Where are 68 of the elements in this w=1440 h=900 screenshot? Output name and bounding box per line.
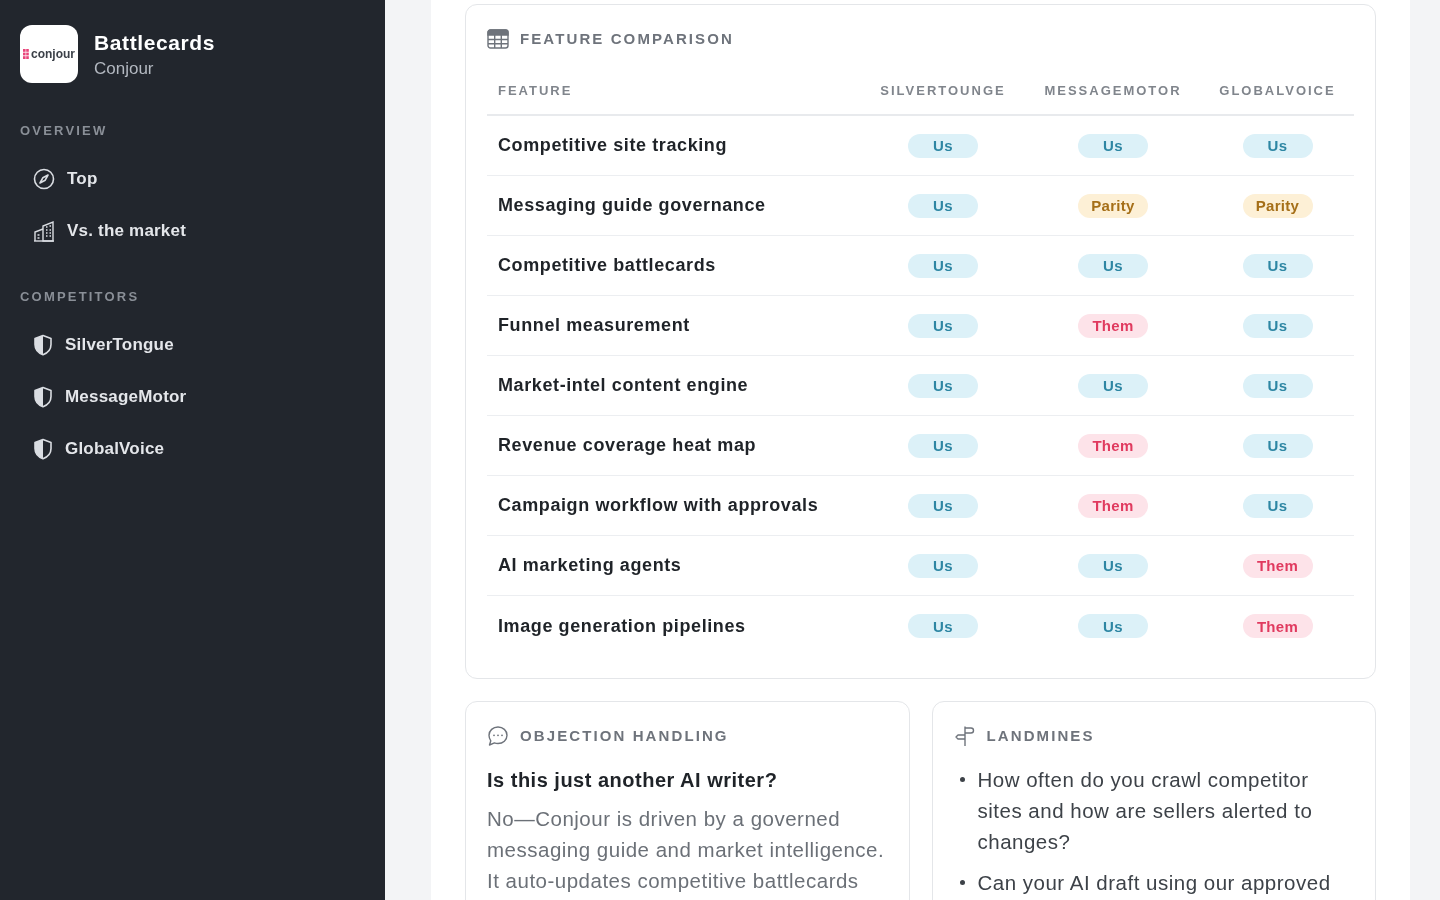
logo-mark-icon <box>23 49 29 59</box>
nav-item[interactable]: Top <box>20 153 365 205</box>
verdict-pill: Us <box>1242 253 1313 278</box>
feature-name: AI marketing agents <box>498 555 682 576</box>
feature-name: Funnel measurement <box>498 315 690 336</box>
shield-icon <box>33 438 53 460</box>
nav-item[interactable]: Vs. the market <box>20 205 365 257</box>
verdict-pill: Us <box>1078 253 1148 278</box>
app-subtitle: Conjour <box>94 58 155 79</box>
verdict-pill: Us <box>1078 614 1148 638</box>
nav-item[interactable]: GlobalVoice <box>20 423 365 475</box>
verdict-pill: Us <box>1242 313 1313 338</box>
section-label: OVERVIEW <box>20 123 108 139</box>
verdict-pill: Us <box>908 313 978 338</box>
feature-name: Revenue coverage heat map <box>498 435 757 456</box>
verdict-pill: Them <box>1078 433 1148 458</box>
verdict-pill: Parity <box>1078 193 1148 218</box>
nav-item[interactable]: MessageMotor <box>20 371 365 423</box>
verdict-pill: Us <box>1242 373 1313 398</box>
column-header: MESSAGEMOTOR <box>1044 82 1182 98</box>
card-title: OBJECTION HANDLING <box>520 727 729 745</box>
verdict-pill: Them <box>1078 313 1148 338</box>
feature-name: Competitive site tracking <box>498 135 728 156</box>
table-icon <box>487 29 509 49</box>
shield-icon <box>33 334 53 356</box>
buildings-icon <box>33 220 55 242</box>
logo-text: conjour <box>31 47 75 61</box>
verdict-pill: Us <box>1078 373 1148 398</box>
speech-bubble-icon <box>487 725 509 747</box>
column-header: FEATURE <box>498 82 573 98</box>
section-label: COMPETITORS <box>20 289 140 305</box>
app-title: Battlecards <box>94 29 215 55</box>
bullet-icon <box>959 880 965 885</box>
verdict-pill: Them <box>1242 553 1313 578</box>
feature-name: Messaging guide governance <box>498 195 766 216</box>
verdict-pill: Us <box>1242 133 1313 158</box>
verdict-pill: Us <box>908 433 978 458</box>
verdict-pill: Them <box>1078 493 1148 518</box>
verdict-pill: Them <box>1242 614 1313 638</box>
landmine-question: How often do you crawl competitor sites and how are sellers alerted to changes? <box>977 767 1314 855</box>
verdict-pill: Us <box>908 614 978 638</box>
signpost-icon <box>953 725 976 747</box>
feature-name: Image generation pipelines <box>498 615 746 637</box>
verdict-pill: Us <box>1078 553 1148 578</box>
verdict-pill: Us <box>908 133 978 158</box>
shield-icon <box>33 386 53 408</box>
nav-item[interactable]: SilverTongue <box>20 319 365 371</box>
column-header: GLOBALVOICE <box>1219 82 1336 98</box>
card-title: LANDMINES <box>986 727 1095 745</box>
verdict-pill: Us <box>908 193 978 218</box>
feature-name: Market-intel content engine <box>498 375 749 396</box>
objection-question: Is this just another AI writer? <box>487 768 779 793</box>
verdict-pill: Us <box>1078 133 1148 158</box>
verdict-pill: Parity <box>1242 193 1313 218</box>
objection-answer: No—Conjour is driven by a governed messaging guide and market intelligence. It auto-updates competitive battlecards <box>487 806 886 894</box>
column-header: SILVERTOUNGE <box>880 82 1006 98</box>
landmine-question: Can your AI draft using our approved <box>977 870 1331 896</box>
verdict-pill: Us <box>908 253 978 278</box>
verdict-pill: Us <box>908 373 978 398</box>
feature-name: Competitive battlecards <box>498 255 716 276</box>
feature-name: Campaign workflow with approvals <box>498 495 819 516</box>
compass-icon <box>33 168 55 190</box>
verdict-pill: Us <box>908 553 978 578</box>
verdict-pill: Us <box>1242 493 1313 518</box>
bullet-icon <box>959 777 965 782</box>
verdict-pill: Us <box>908 493 978 518</box>
card-title: FEATURE COMPARISON <box>520 30 734 48</box>
verdict-pill: Us <box>1242 433 1313 458</box>
